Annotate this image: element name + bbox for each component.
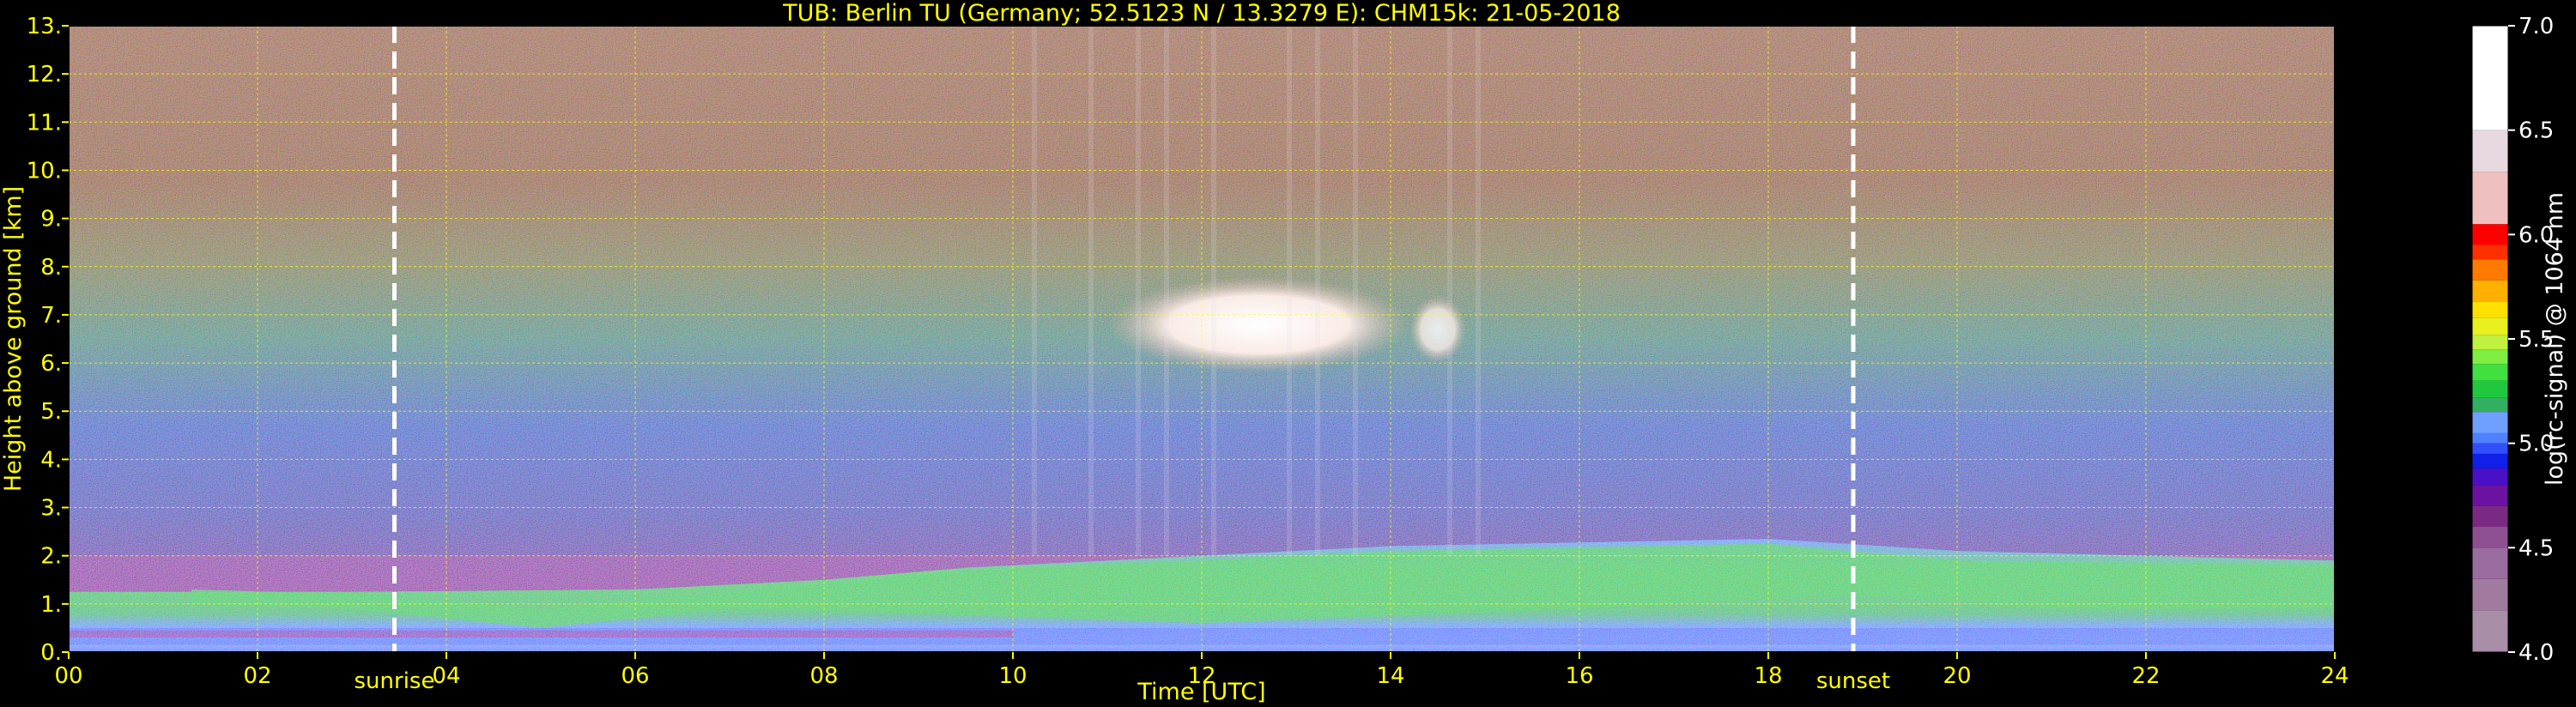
colorbar-segment (2472, 364, 2508, 381)
y-tick-label: 12. (27, 62, 62, 88)
colorbar-tick-label: 4.5 (2518, 535, 2554, 561)
colorbar-segment (2472, 301, 2508, 318)
colorbar-segment (2472, 224, 2508, 245)
colorbar-segment (2472, 468, 2508, 486)
colorbar-segment (2472, 380, 2508, 398)
colorbar-segment (2472, 245, 2508, 260)
colorbar-tick-label: 6.5 (2518, 118, 2554, 144)
y-tick-label: 0. (40, 640, 62, 666)
colorbar-segment (2472, 397, 2508, 413)
colorbar-segment (2472, 610, 2508, 652)
colorbar-segment (2472, 578, 2508, 611)
colorbar-segment (2472, 453, 2508, 468)
y-tick-label: 13. (27, 14, 62, 39)
y-tick-label: 10. (27, 158, 62, 184)
colorbar-segment (2472, 26, 2508, 130)
y-tick-label: 2. (40, 544, 62, 570)
sunrise-label: sunrise (355, 668, 435, 694)
x-tick-label: 20 (1943, 663, 1971, 689)
colorbar-segment (2472, 172, 2508, 225)
colorbar-segment (2472, 317, 2508, 335)
colorbar: 4.04.55.05.56.06.57.0log(rc-signal) @ 10… (2471, 14, 2568, 666)
colorbar-segment (2472, 130, 2508, 172)
colorbar-tick-label: 7.0 (2518, 14, 2554, 39)
x-tick-label: 06 (621, 663, 649, 689)
chart-svg: sunrise sunset 0. 1. 2. 3. 4. 5. 6. 7. 8. 9. 10. 11. 1… (0, 0, 2568, 705)
colorbar-segment (2472, 280, 2508, 302)
x-tick-label: 10 (998, 663, 1027, 689)
x-axis-label: Time [UTC] (1136, 679, 1265, 705)
sunset-label: sunset (1816, 668, 1890, 694)
x-tick-label: 16 (1565, 663, 1593, 689)
y-tick-label: 3. (40, 496, 62, 522)
x-tick-label: 00 (54, 663, 82, 689)
colorbar-segment (2472, 412, 2508, 433)
x-tick-label: 02 (243, 663, 271, 689)
y-tick-label: 11. (27, 110, 62, 136)
x-tick-label: 18 (1754, 663, 1782, 689)
y-tick-label: 1. (40, 592, 62, 618)
colorbar-segment (2472, 335, 2508, 350)
colorbar-segment (2472, 505, 2508, 527)
colorbar-segment (2472, 547, 2508, 579)
y-tick-label: 4. (40, 447, 62, 473)
x-tick-label: 14 (1376, 663, 1404, 689)
colorbar-segment (2472, 432, 2508, 444)
y-tick-label: 9. (40, 207, 62, 233)
colorbar-label: log(rc-signal) @ 1064 nm (2542, 192, 2568, 486)
chart-title: TUB: Berlin TU (Germany; 52.5123 N / 13.… (782, 0, 1621, 27)
y-tick-label: 5. (40, 399, 62, 425)
x-tick-label: 22 (2131, 663, 2160, 689)
y-tick-label: 6. (40, 351, 62, 377)
y-axis-label: Height above ground [km] (0, 186, 27, 492)
x-tick-label: 24 (2320, 663, 2349, 689)
colorbar-segment (2472, 259, 2508, 281)
colorbar-segment (2472, 349, 2508, 365)
y-tick-label: 8. (40, 255, 62, 281)
colorbar-tick-label: 4.0 (2518, 640, 2554, 666)
y-tick-label: 7. (40, 303, 62, 329)
x-tick-label: 08 (809, 663, 838, 689)
lidar-quicklook: sunrise sunset 0. 1. 2. 3. 4. 5. 6. 7. 8. 9. 10. 11. 1… (0, 0, 2576, 707)
x-tick-label: 04 (432, 663, 460, 689)
colorbar-segment (2472, 443, 2508, 454)
colorbar-segment (2472, 527, 2508, 548)
colorbar-segment (2472, 485, 2508, 506)
